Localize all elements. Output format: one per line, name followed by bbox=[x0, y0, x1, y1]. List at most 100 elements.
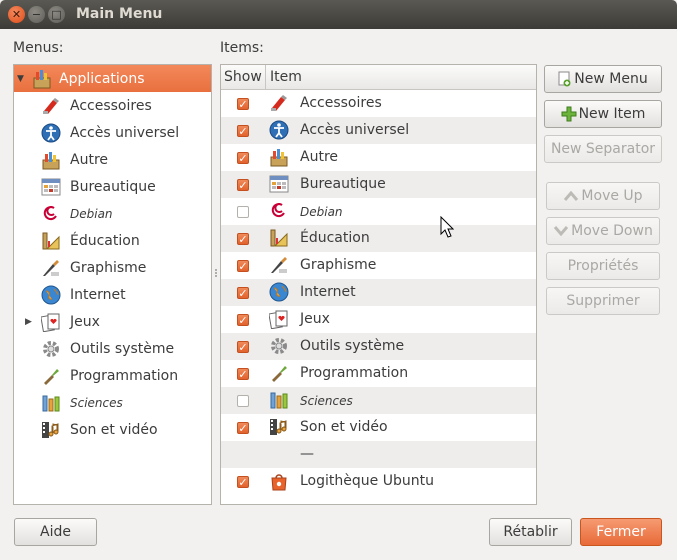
show-checkbox[interactable]: ✓ bbox=[237, 260, 249, 272]
office-icon bbox=[40, 176, 62, 198]
show-checkbox[interactable]: ✓ bbox=[237, 341, 249, 353]
show-checkbox[interactable]: ✓ bbox=[237, 98, 249, 110]
items-label: Items: bbox=[220, 40, 264, 56]
games-icon bbox=[40, 311, 62, 333]
item-label: Autre bbox=[300, 149, 339, 165]
tree-item[interactable]: Graphisme bbox=[14, 254, 211, 281]
item-row[interactable]: ✓ Accessoires bbox=[221, 90, 536, 117]
show-checkbox[interactable]: ✓ bbox=[237, 125, 249, 137]
tree-item[interactable]: Programmation bbox=[14, 362, 211, 389]
arrow-down-icon bbox=[553, 225, 569, 237]
tree-item-label: Éducation bbox=[70, 232, 140, 249]
debian-icon bbox=[40, 203, 62, 225]
revert-button[interactable]: Rétablir bbox=[489, 518, 572, 546]
item-label: Logithèque Ubuntu bbox=[300, 473, 434, 489]
accessories-icon bbox=[40, 95, 62, 117]
programming-icon bbox=[268, 362, 290, 384]
properties-button: Propriétés bbox=[546, 252, 660, 280]
new-menu-icon bbox=[558, 71, 572, 87]
items-list[interactable]: Show Item ✓ Accessoires ✓ Accès universel ✓ A… bbox=[220, 64, 537, 505]
item-row[interactable]: ✓ Accès universel bbox=[221, 117, 536, 144]
tree-item[interactable]: Éducation bbox=[14, 227, 211, 254]
separator-row[interactable]: — bbox=[221, 441, 536, 468]
column-header-item[interactable]: Item bbox=[270, 69, 302, 85]
tree-item-label: Outils système bbox=[70, 340, 175, 357]
tree-item-label: Internet bbox=[70, 286, 126, 303]
item-row[interactable]: ✓ Autre bbox=[221, 144, 536, 171]
tree-item-label: Bureautique bbox=[70, 178, 156, 195]
new-item-button[interactable]: New Item bbox=[544, 100, 662, 128]
column-header-show[interactable]: Show bbox=[224, 69, 262, 85]
tree-item[interactable]: Accessoires bbox=[14, 92, 211, 119]
tree-item[interactable]: Sciences bbox=[14, 389, 211, 416]
tree-item-label: Sciences bbox=[70, 395, 123, 410]
menus-tree[interactable]: ▼ Applications Accessoires Accès universel A… bbox=[13, 64, 212, 505]
other-icon bbox=[268, 146, 290, 168]
new-menu-button[interactable]: New Menu bbox=[544, 65, 662, 93]
item-row[interactable]: ✓ Bureautique bbox=[221, 171, 536, 198]
pane-splitter-handle[interactable] bbox=[214, 268, 218, 278]
science-icon bbox=[40, 392, 62, 414]
item-label: Son et vidéo bbox=[300, 419, 388, 435]
tree-item-label: Programmation bbox=[70, 367, 179, 384]
show-checkbox[interactable] bbox=[237, 395, 249, 407]
item-label: Programmation bbox=[300, 365, 409, 381]
show-checkbox[interactable]: ✓ bbox=[237, 368, 249, 380]
item-row[interactable]: ✓ Son et vidéo bbox=[221, 414, 536, 441]
item-row[interactable]: ✓ Programmation bbox=[221, 360, 536, 387]
software-center-icon bbox=[268, 470, 290, 492]
office-icon bbox=[268, 173, 290, 195]
item-row[interactable]: Sciences bbox=[221, 387, 536, 414]
debian-icon bbox=[268, 200, 290, 222]
title-bar: ✕ − □ Main Menu bbox=[0, 0, 677, 29]
item-row[interactable]: ✓ Jeux bbox=[221, 306, 536, 333]
item-row[interactable]: Debian bbox=[221, 198, 536, 225]
tree-item[interactable]: Accès universel bbox=[14, 119, 211, 146]
show-checkbox[interactable]: ✓ bbox=[237, 287, 249, 299]
item-label: Bureautique bbox=[300, 176, 386, 192]
item-row[interactable]: ✓ Éducation bbox=[221, 225, 536, 252]
tree-item-label: Applications bbox=[59, 70, 145, 87]
tree-item[interactable]: Debian bbox=[14, 200, 211, 227]
maximize-icon: □ bbox=[51, 8, 62, 21]
item-label: Jeux bbox=[300, 311, 330, 327]
universal-access-icon bbox=[40, 122, 62, 144]
tree-item[interactable]: Bureautique bbox=[14, 173, 211, 200]
tree-item[interactable]: ▶ Jeux bbox=[14, 308, 211, 335]
expander-closed-icon[interactable]: ▶ bbox=[25, 317, 32, 327]
window-close-button[interactable]: ✕ bbox=[8, 6, 25, 23]
tree-item[interactable]: Outils système bbox=[14, 335, 211, 362]
item-row[interactable]: ✓ Internet bbox=[221, 279, 536, 306]
show-checkbox[interactable]: ✓ bbox=[237, 152, 249, 164]
item-row[interactable]: ✓ Graphisme bbox=[221, 252, 536, 279]
tree-item[interactable]: Autre bbox=[14, 146, 211, 173]
menus-label: Menus: bbox=[13, 40, 64, 56]
item-label: Outils système bbox=[300, 338, 405, 354]
window-maximize-button[interactable]: □ bbox=[48, 6, 65, 23]
tree-item[interactable]: Son et vidéo bbox=[14, 416, 211, 443]
tree-item[interactable]: ▼ Applications bbox=[14, 65, 211, 92]
items-list-header: Show Item bbox=[221, 65, 536, 90]
show-checkbox[interactable]: ✓ bbox=[237, 314, 249, 326]
internet-icon bbox=[40, 284, 62, 306]
expander-open-icon[interactable]: ▼ bbox=[17, 74, 24, 84]
games-icon bbox=[268, 308, 290, 330]
show-checkbox[interactable]: ✓ bbox=[237, 179, 249, 191]
item-label: Internet bbox=[300, 284, 356, 300]
tree-item[interactable]: Internet bbox=[14, 281, 211, 308]
system-tools-icon bbox=[268, 335, 290, 357]
universal-access-icon bbox=[268, 119, 290, 141]
show-checkbox[interactable]: ✓ bbox=[237, 476, 249, 488]
show-checkbox[interactable]: ✓ bbox=[237, 233, 249, 245]
show-checkbox[interactable] bbox=[237, 206, 249, 218]
tree-item-label: Debian bbox=[70, 206, 113, 221]
help-button[interactable]: Aide bbox=[14, 518, 97, 546]
item-row[interactable]: ✓ Outils système bbox=[221, 333, 536, 360]
science-icon bbox=[268, 389, 290, 411]
tree-item-label: Accès universel bbox=[70, 124, 180, 141]
window-title: Main Menu bbox=[76, 6, 163, 22]
show-checkbox[interactable]: ✓ bbox=[237, 422, 249, 434]
window-minimize-button[interactable]: − bbox=[28, 6, 45, 23]
item-row[interactable]: ✓ Logithèque Ubuntu bbox=[221, 468, 536, 495]
close-button[interactable]: Fermer bbox=[580, 518, 662, 546]
